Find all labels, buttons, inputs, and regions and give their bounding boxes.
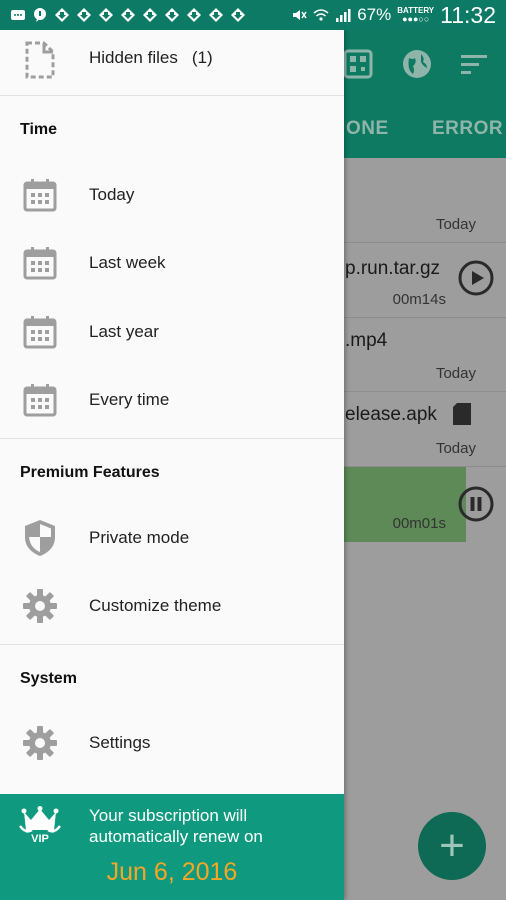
shield-icon [20,518,60,558]
download-icon [209,8,223,22]
notification-icons [0,7,246,23]
download-icon [165,8,179,22]
battery-percent: 67% [357,5,392,24]
sort-icon[interactable] [458,48,490,80]
section-header-system: System [20,670,77,687]
drawer-item-customize-theme[interactable]: Customize theme [0,572,344,640]
globe-icon[interactable] [401,48,433,80]
calendar-icon [20,175,60,215]
vip-subscription-banner[interactable]: VIP Your subscription will automatically… [0,794,344,900]
gear-icon [20,586,60,626]
row-meta: Today [435,440,476,457]
drawer-item-label: Hidden files [89,48,178,67]
system-indicators: 67% BATTERY ●●●○○ 11:32 [291,2,506,29]
navigation-drawer: Hidden files (1) Time Today Last week Las… [0,30,344,900]
row-meta: Today [435,216,476,233]
clock: 11:32 [440,1,496,28]
tab-error[interactable]: ERROR [432,118,503,140]
status-bar: 67% BATTERY ●●●○○ 11:32 [0,0,506,30]
plus-icon: + [439,821,465,870]
drawer-item-label: Last week [89,253,166,272]
row-meta: 00m01s [392,515,446,532]
download-icon [143,8,157,22]
signal-icon [336,9,351,22]
divider [0,95,344,96]
section-header-premium: Premium Features [20,464,160,481]
mute-icon [293,10,307,20]
qr-code-icon[interactable] [342,48,374,80]
drawer-item-label: Today [89,185,135,204]
divider [0,438,344,439]
vip-crown-icon: VIP [19,806,61,845]
drawer-item-label: Private mode [89,528,190,547]
battery-indicator: BATTERY ●●●○○ [397,6,434,24]
calendar-icon [20,243,60,283]
vip-message: Your subscription will automatically ren… [89,806,263,846]
play-icon[interactable] [458,260,494,296]
gear-icon [20,723,60,763]
drawer-item-hidden-files[interactable]: Hidden files (1) [0,30,344,90]
drawer-item-today[interactable]: Today [0,161,344,229]
hidden-files-count: (1) [191,48,213,67]
vip-badge-text: VIP [31,833,49,845]
wifi-icon [313,9,329,21]
row-meta: Today [435,365,476,382]
download-icon [231,8,245,22]
download-icon [77,8,91,22]
row-meta: 00m14s [392,291,446,308]
vip-renew-date: Jun 6, 2016 [106,858,238,886]
divider [0,644,344,645]
drawer-item-last-year[interactable]: Last year [0,298,344,366]
file-outline-icon [20,40,60,80]
drawer-item-private-mode[interactable]: Private mode [0,504,344,572]
row-filename: elease.apk [345,404,437,425]
calendar-icon [20,380,60,420]
calendar-icon [20,312,60,352]
row-filename: p.run.tar.gz [345,258,441,279]
row-filename: .mp4 [345,330,388,351]
drawer-item-label: Settings [89,733,151,752]
sd-card-icon [453,403,471,425]
drawer-item-label: Every time [89,390,170,409]
add-download-button[interactable]: + [418,812,486,880]
tab-done[interactable]: ONE [346,118,389,140]
drawer-item-every-time[interactable]: Every time [0,366,344,434]
download-icon [99,8,113,22]
drawer-item-settings[interactable]: Settings [0,709,344,777]
download-icon [121,8,135,22]
message-icon [11,10,25,20]
pause-icon[interactable] [458,486,494,522]
chat-bubble-icon [34,8,46,22]
drawer-item-label: Last year [89,322,159,341]
drawer-item-last-week[interactable]: Last week [0,229,344,297]
section-header-time: Time [20,121,58,138]
download-icon [55,8,69,22]
drawer-item-label: Customize theme [89,596,222,615]
battery-dots: ●●●○○ [402,14,430,24]
download-icon [187,8,201,22]
